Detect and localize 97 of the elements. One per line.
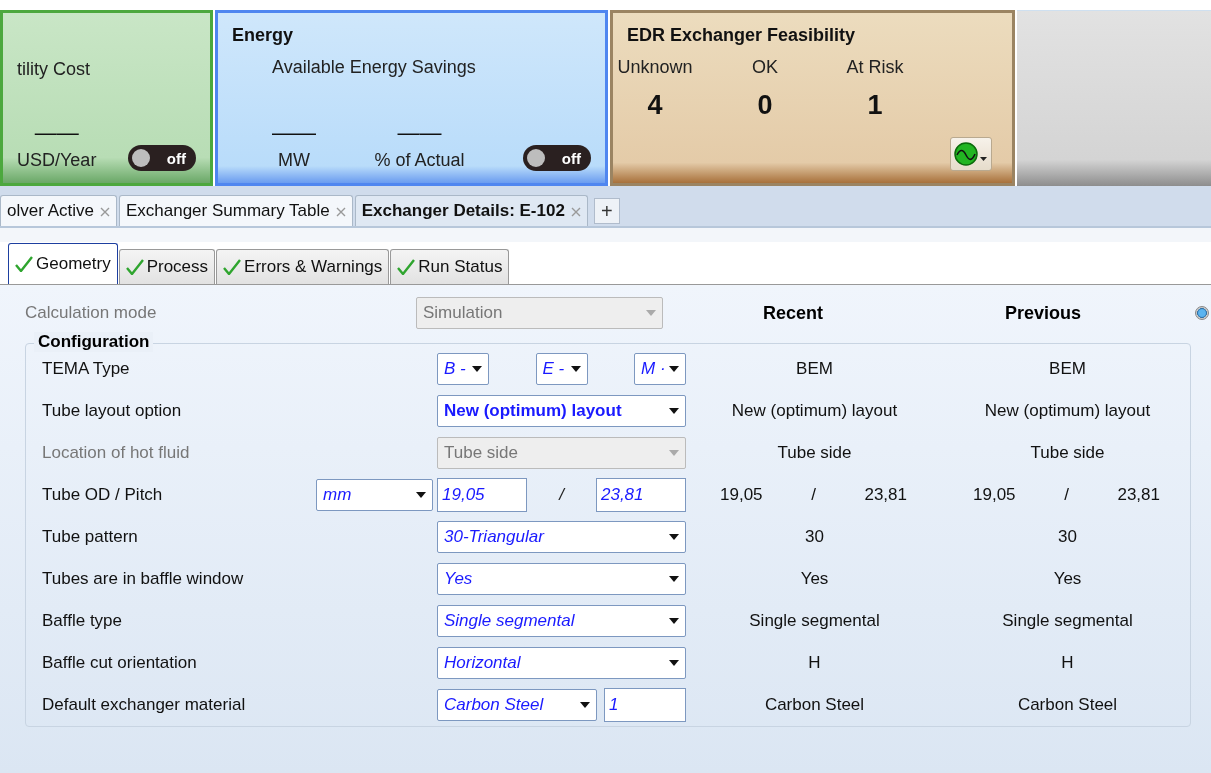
field-label: Default exchanger material	[42, 695, 247, 715]
document-tab[interactable]: Exchanger Details: E-102	[354, 195, 588, 226]
column-header: Previous	[1003, 302, 1082, 324]
number-input[interactable]: 19,05	[437, 478, 527, 512]
stat-label: Unknown	[617, 57, 693, 78]
recent-value: /	[811, 485, 816, 505]
dropdown-field[interactable]: M ·	[634, 353, 686, 385]
number-input[interactable]: 23,81	[596, 478, 686, 512]
previous-value: /	[1064, 485, 1069, 505]
toggle-switch[interactable]: off	[523, 145, 591, 171]
stat-value: 0	[757, 90, 773, 121]
text-input[interactable]: 1	[604, 688, 686, 722]
add-tab-button[interactable]: +	[593, 198, 620, 224]
previous-value: H	[1061, 653, 1074, 673]
dropdown-field[interactable]: New (optimum) layout	[437, 395, 686, 427]
unit-label: % of Actual	[374, 150, 465, 171]
recent-value: Single segmental	[749, 611, 880, 631]
document-tab[interactable]: olver Active	[0, 195, 117, 226]
dropdown-caret-icon	[669, 660, 679, 666]
dropdown-field[interactable]: Carbon Steel	[437, 689, 597, 721]
field-label: TEMA Type	[42, 359, 131, 379]
previous-value: 30	[1058, 527, 1077, 547]
recent-value: Carbon Steel	[764, 695, 865, 715]
field-label: Tube layout option	[42, 401, 183, 421]
field-label: Baffle type	[42, 611, 124, 631]
previous-value: BEM	[1049, 359, 1086, 379]
wave-icon	[953, 141, 989, 167]
close-icon[interactable]	[335, 206, 346, 217]
tab[interactable]: Run Status	[390, 249, 510, 284]
card-title: Energy	[232, 25, 295, 47]
tab[interactable]: Errors & Warnings	[216, 249, 390, 284]
dropdown-field[interactable]: Single segmental	[437, 605, 686, 637]
checkmark-icon	[397, 259, 416, 275]
metric-value: ——	[397, 122, 442, 144]
previous-value: 23,81	[1117, 485, 1160, 505]
recent-value: 19,05	[720, 485, 763, 505]
field-label: Calculation mode	[25, 303, 158, 323]
checkmark-icon	[15, 256, 33, 272]
recent-value: Tube side	[777, 443, 852, 463]
tab[interactable]: Process	[118, 249, 216, 284]
dropdown-field[interactable]: E -	[535, 353, 588, 385]
dropdown-field[interactable]: Yes	[437, 563, 686, 595]
column-header: Recent	[762, 302, 824, 324]
recent-value: BEM	[796, 359, 833, 379]
group-title: Configuration	[34, 332, 154, 352]
radio-button[interactable]	[1195, 306, 1209, 320]
previous-value: Carbon Steel	[1017, 695, 1118, 715]
stat-label: At Risk	[846, 57, 904, 78]
dropdown-field[interactable]: B -	[437, 353, 489, 385]
checkmark-icon	[125, 259, 144, 275]
unit-label: USD/Year	[17, 150, 97, 171]
recent-value: Yes	[800, 569, 829, 589]
dropdown-caret-icon	[472, 366, 482, 372]
close-icon[interactable]	[99, 206, 110, 217]
dropdown-caret-icon	[669, 618, 679, 624]
dropdown-field[interactable]: Horizontal	[437, 647, 686, 679]
dropdown-caret-icon	[669, 408, 679, 414]
dropdown-field[interactable]: 30-Triangular	[437, 521, 686, 553]
previous-value: Tube side	[1030, 443, 1105, 463]
recent-value: H	[808, 653, 821, 673]
checkmark-icon	[223, 259, 242, 275]
stat-value: 1	[867, 90, 883, 121]
previous-value: Single segmental	[1002, 611, 1133, 631]
field-label: Baffle cut orientation	[42, 653, 198, 673]
close-icon[interactable]	[570, 206, 581, 217]
dropdown-caret-icon	[669, 450, 679, 456]
dropdown-caret-icon	[646, 310, 656, 316]
status-menu-button[interactable]	[950, 137, 992, 171]
previous-value: Yes	[1053, 569, 1082, 589]
dropdown-caret-icon	[669, 366, 679, 372]
document-tab[interactable]: Exchanger Summary Table	[118, 195, 353, 226]
stat-value: 4	[647, 90, 663, 121]
recent-value: 30	[805, 527, 824, 547]
unit-label: MW	[278, 150, 310, 171]
toggle-switch[interactable]: off	[128, 145, 196, 171]
dropdown-caret-icon	[580, 702, 590, 708]
metric-value: ——	[34, 122, 79, 144]
recent-value: 23,81	[864, 485, 907, 505]
dropdown-caret-icon	[570, 366, 581, 372]
card-title: tility Cost	[17, 59, 91, 80]
dropdown-caret-icon	[669, 576, 679, 582]
recent-value: New (optimum) layout	[731, 401, 898, 421]
card-title: EDR Exchanger Feasibility	[627, 25, 857, 47]
tab[interactable]: Geometry	[8, 243, 118, 284]
field-label: Tube pattern	[42, 527, 139, 547]
metric-value: ——	[272, 122, 316, 144]
card-subtitle: Available Energy Savings	[272, 57, 477, 78]
field-label: Tubes are in baffle window	[42, 569, 245, 589]
previous-value: New (optimum) layout	[984, 401, 1151, 421]
separator-text: /	[559, 485, 564, 505]
dropdown-caret-icon	[416, 492, 426, 498]
previous-value: 19,05	[973, 485, 1016, 505]
stat-label: OK	[752, 57, 778, 78]
dropdown-caret-icon	[669, 534, 679, 540]
dropdown-field[interactable]: mm	[316, 479, 433, 511]
field-label: Tube OD / Pitch	[42, 485, 164, 505]
field-label: Location of hot fluid	[42, 443, 191, 463]
